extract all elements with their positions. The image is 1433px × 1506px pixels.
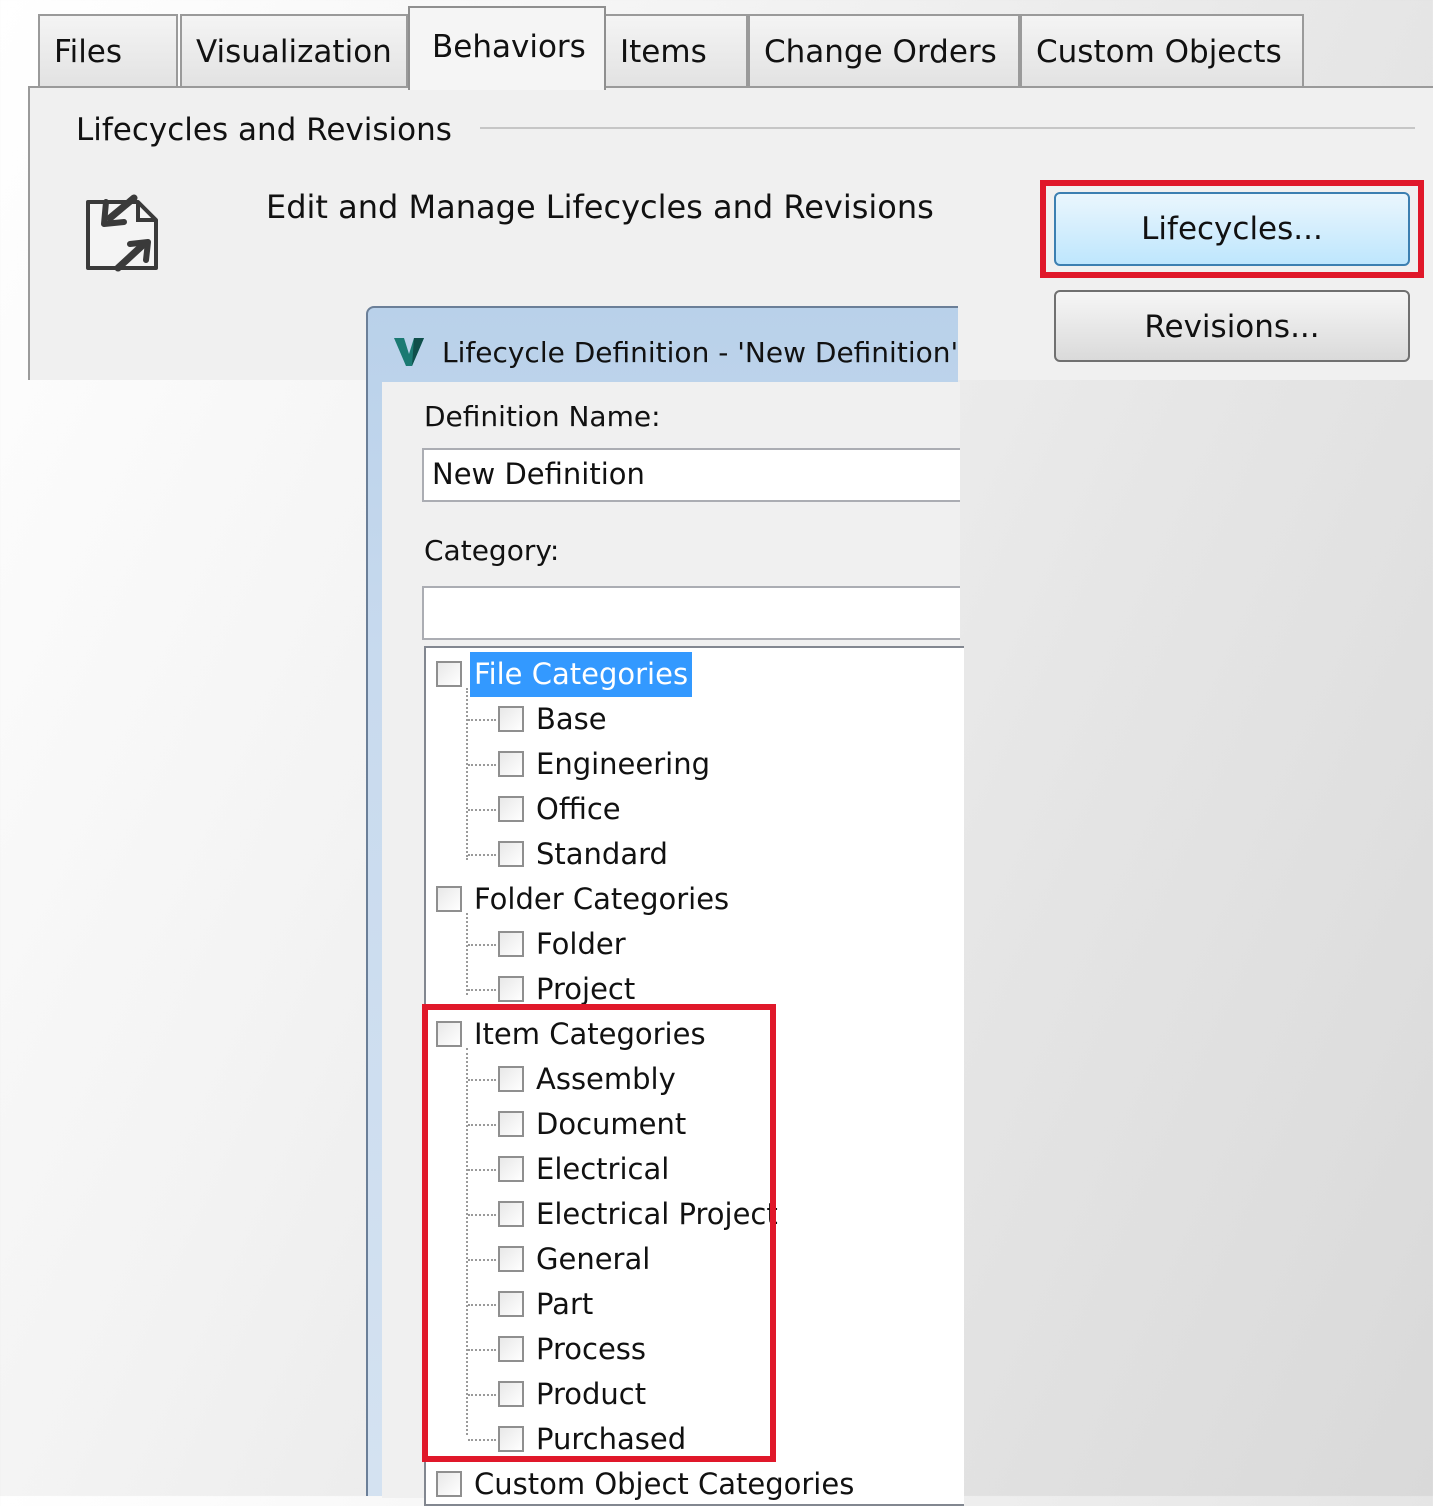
definition-name-label: Definition Name: [424,400,661,433]
tree-node-label: Engineering [536,747,710,781]
lifecycles-button[interactable]: Lifecycles... [1054,192,1410,266]
tree-node-label: Custom Object Categories [474,1467,855,1501]
tree-connector [466,913,468,995]
definition-name-input[interactable]: New Definition [422,448,960,502]
tab-items[interactable]: Items [604,14,748,88]
checkbox[interactable] [498,751,524,777]
tree-connector [468,809,496,811]
tree-node-label: Office [536,792,621,826]
tree-connector [468,764,496,766]
tree-connector [468,989,496,991]
checkbox[interactable] [498,976,524,1002]
tree-node-label: Base [536,702,607,736]
tab-visualization[interactable]: Visualization [180,14,408,88]
group-title: Lifecycles and Revisions [76,112,472,148]
tree-connector [468,854,496,856]
group-divider [480,127,1415,129]
checkbox[interactable] [436,1471,462,1497]
tree-node-label: File Categories [470,652,693,697]
tab-strip: Files Visualization Behaviors Items Chan… [0,0,1433,90]
dialog-title: Lifecycle Definition - 'New Definition' [442,336,959,369]
tree-node-label: Standard [536,837,668,871]
tab-custom-objects[interactable]: Custom Objects [1020,14,1304,88]
category-input[interactable] [422,586,960,640]
lifecycle-icon [86,194,158,272]
checkbox[interactable] [498,841,524,867]
tree-connector [468,719,496,721]
checkbox[interactable] [498,931,524,957]
group-description: Edit and Manage Lifecycles and Revisions [266,188,934,226]
tab-change-orders[interactable]: Change Orders [748,14,1020,88]
tree-node-label: Folder [536,927,626,961]
tree-connector [468,944,496,946]
checkbox[interactable] [498,796,524,822]
tab-files[interactable]: Files [38,14,178,88]
vault-logo-icon [394,338,424,366]
checkbox[interactable] [436,661,462,687]
checkbox[interactable] [498,706,524,732]
checkbox[interactable] [436,886,462,912]
category-label: Category: [424,534,560,567]
tree-connector [466,688,468,860]
tab-behaviors[interactable]: Behaviors [408,6,606,90]
tree-node-label: Folder Categories [474,882,730,916]
revisions-button[interactable]: Revisions... [1054,290,1410,362]
highlight-item-categories [422,1004,776,1462]
